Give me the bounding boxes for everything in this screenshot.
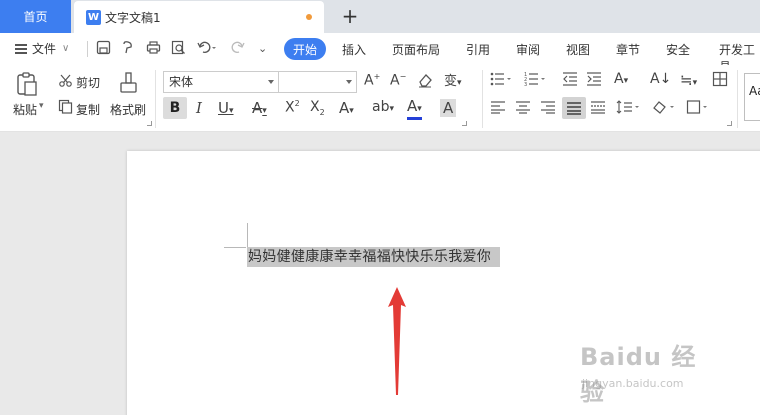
shrink-font-icon[interactable]: A− xyxy=(390,72,406,89)
writer-doc-icon: W xyxy=(86,9,101,25)
style-gallery-item[interactable]: Aa xyxy=(744,73,760,121)
decrease-indent-icon[interactable] xyxy=(562,71,578,91)
subscript-button[interactable]: X2 xyxy=(310,99,325,117)
unsaved-dot-icon xyxy=(306,14,312,20)
paste-icon[interactable] xyxy=(15,71,39,101)
char-shading-icon[interactable]: A xyxy=(440,99,457,117)
format-painter-icon[interactable] xyxy=(118,71,140,99)
bold-button[interactable]: B xyxy=(163,97,187,119)
justify-icon xyxy=(567,102,581,115)
tab-document[interactable]: W 文字文稿1 xyxy=(74,1,324,33)
tab-home[interactable]: 首页 xyxy=(0,0,71,33)
copy-button[interactable]: 复制 xyxy=(76,101,100,118)
quick-access-dropdown-icon[interactable]: ⌄ xyxy=(258,42,267,55)
ribbon: 粘贴 ▾ 剪切 复制 格式刷 宋体 A+ A− 变▾ B I U▾ A▾ X2 … xyxy=(0,65,760,132)
save-icon[interactable] xyxy=(96,40,111,59)
increase-indent-icon[interactable] xyxy=(586,71,602,91)
table-icon[interactable] xyxy=(712,71,728,91)
selected-text[interactable]: 妈妈健健康康幸幸福福快快乐乐我爱你 xyxy=(247,247,501,267)
watermark-url: jingyan.baidu.com xyxy=(582,377,684,390)
pinyin-guide-icon[interactable]: 变▾ xyxy=(444,70,462,89)
copy-icon xyxy=(58,99,73,118)
tab-view[interactable]: 视图 xyxy=(566,41,590,58)
clipboard-dialog-launcher[interactable] xyxy=(147,121,152,126)
align-right-icon[interactable] xyxy=(540,100,556,118)
tab-bar: 首页 W 文字文稿1 + xyxy=(0,0,760,33)
format-painter-button[interactable]: 格式刷 xyxy=(110,101,146,118)
line-spacing-rule-icon[interactable]: ≒▾ xyxy=(680,71,697,89)
scissors-icon xyxy=(58,73,73,92)
new-tab-button[interactable]: + xyxy=(340,4,360,28)
change-case-icon[interactable]: A▾ xyxy=(614,71,628,87)
line-spacing-icon[interactable] xyxy=(616,100,640,118)
tab-references[interactable]: 引用 xyxy=(466,41,490,58)
divider xyxy=(737,70,738,128)
font-name-select[interactable]: 宋体 xyxy=(163,71,279,93)
file-menu-label: 文件 xyxy=(32,42,57,56)
tab-insert[interactable]: 插入 xyxy=(342,41,366,58)
grow-font-icon[interactable]: A+ xyxy=(364,72,380,89)
underline-button[interactable]: U▾ xyxy=(218,99,234,117)
print-icon[interactable] xyxy=(146,40,161,59)
font-color-icon[interactable]: A▾ xyxy=(407,98,422,120)
bullet-list-icon[interactable] xyxy=(490,71,512,91)
paragraph-dialog-launcher[interactable] xyxy=(727,121,732,126)
divider xyxy=(155,70,156,128)
borders-icon[interactable] xyxy=(686,100,710,118)
divider xyxy=(87,41,88,57)
tab-start[interactable]: 开始 xyxy=(284,38,326,60)
redo-icon[interactable] xyxy=(230,40,245,59)
divider xyxy=(482,70,483,128)
font-name-value: 宋体 xyxy=(169,75,194,89)
tab-chapter[interactable]: 章节 xyxy=(616,41,640,58)
chevron-down-icon xyxy=(268,80,274,84)
paragraph-shading-icon[interactable] xyxy=(652,100,676,118)
tab-page-layout[interactable]: 页面布局 xyxy=(392,41,440,58)
tab-review[interactable]: 审阅 xyxy=(516,41,540,58)
margin-mark xyxy=(247,223,248,247)
export-icon[interactable] xyxy=(121,40,136,59)
paste-button[interactable]: 粘贴 xyxy=(13,101,37,118)
distributed-align-icon[interactable] xyxy=(590,100,606,118)
sort-icon[interactable]: A↓ xyxy=(650,71,671,87)
baidu-jingyan-watermark: Baidu 经验 jingyan.baidu.com xyxy=(580,337,720,406)
strikethrough-button[interactable]: A▾ xyxy=(252,99,267,117)
align-left-icon[interactable] xyxy=(490,100,506,118)
undo-icon[interactable] xyxy=(197,40,217,59)
margin-mark xyxy=(224,247,246,248)
hamburger-icon xyxy=(15,43,27,54)
font-dialog-launcher[interactable] xyxy=(462,121,467,126)
annotation-arrow-icon xyxy=(388,287,406,395)
numbered-list-icon[interactable]: 123 xyxy=(524,71,546,91)
align-center-icon[interactable] xyxy=(515,100,531,118)
font-size-select[interactable] xyxy=(279,71,357,93)
cut-button[interactable]: 剪切 xyxy=(76,74,100,91)
chevron-down-icon xyxy=(346,80,352,84)
superscript-button[interactable]: X2 xyxy=(285,99,300,116)
tab-document-title: 文字文稿1 xyxy=(105,10,161,25)
watermark-brand: Baidu 经验 xyxy=(580,343,697,406)
tab-security[interactable]: 安全 xyxy=(666,41,690,58)
print-preview-icon[interactable] xyxy=(171,40,186,59)
clear-format-icon[interactable] xyxy=(417,72,433,92)
text-effect-icon[interactable]: A▾ xyxy=(339,99,354,117)
italic-button[interactable]: I xyxy=(196,99,202,117)
chevron-down-icon: ∨ xyxy=(62,43,70,54)
menu-bar: 文件 ∨ ⌄ 开始 插入 页面布局 引用 审阅 视图 章节 安全 开发工具 xyxy=(0,33,760,74)
justify-button[interactable] xyxy=(562,97,586,119)
paste-dropdown-icon[interactable]: ▾ xyxy=(39,101,44,111)
highlight-icon[interactable]: ab▾ xyxy=(372,99,394,115)
svg-text:3: 3 xyxy=(524,82,527,87)
file-menu-button[interactable]: 文件 ∨ xyxy=(15,40,69,57)
